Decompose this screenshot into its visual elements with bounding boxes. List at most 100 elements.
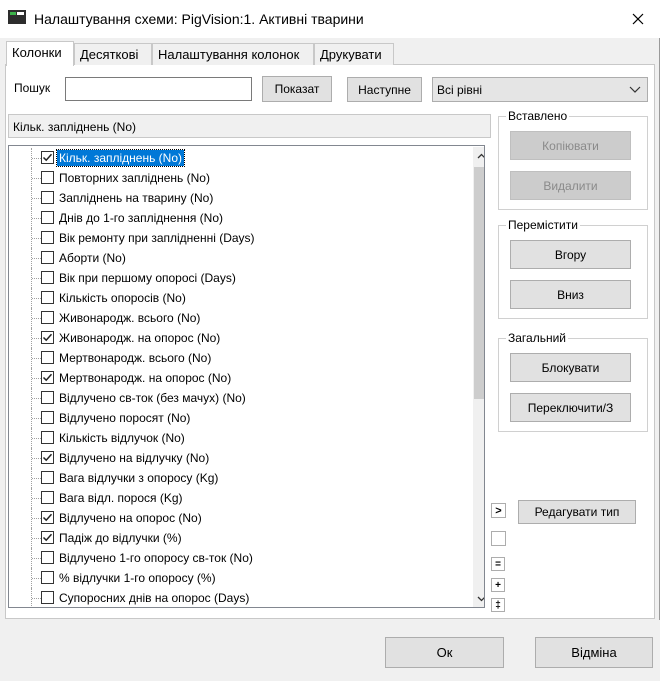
tree-row[interactable]: Кількість відлучок (No): [9, 428, 464, 448]
settings-dialog: Налаштування схеми: PigVision:1. Активні…: [0, 0, 660, 681]
tree-row[interactable]: Відлучено 1-го опоросу св-ток (No): [9, 548, 464, 568]
column-label: Живонародж. всього (No): [59, 311, 201, 325]
tree-row[interactable]: Запліднень на тварину (No): [9, 188, 464, 208]
checkbox[interactable]: [41, 291, 54, 304]
plus-icon: +: [495, 579, 501, 591]
app-icon: [8, 10, 26, 24]
checkbox[interactable]: [41, 191, 54, 204]
tree-row[interactable]: Відлучено св-ток (без мачух) (No): [9, 388, 464, 408]
tab-columns[interactable]: Колонки: [6, 41, 74, 66]
collapse-icon: =: [495, 558, 501, 570]
switch-button[interactable]: Переключити/З: [510, 393, 631, 422]
tree-row[interactable]: Вік при першому опоросі (Days): [9, 268, 464, 288]
tree-row[interactable]: Вага відлучки з опоросу (Kg): [9, 468, 464, 488]
checkbox[interactable]: [41, 171, 54, 184]
checkbox[interactable]: [41, 231, 54, 244]
tree-connector: [32, 278, 41, 279]
tree-connector: [32, 238, 41, 239]
tree-row[interactable]: Аборти (No): [9, 248, 464, 268]
title-bar[interactable]: Налаштування схеми: PigVision:1. Активні…: [0, 0, 660, 38]
tree-row[interactable]: Живонародж. на опорос (No): [9, 328, 464, 348]
checkbox[interactable]: [41, 251, 54, 264]
checkmark-icon: [42, 153, 53, 162]
checkbox[interactable]: [41, 351, 54, 364]
tree-connector: [32, 318, 41, 319]
checkbox[interactable]: [41, 411, 54, 424]
checkbox[interactable]: [41, 311, 54, 324]
tree-row[interactable]: % відлучки 1-го опоросу (%): [9, 568, 464, 588]
show-button[interactable]: Показат: [262, 76, 332, 102]
checkbox[interactable]: [41, 391, 54, 404]
checkbox[interactable]: [41, 211, 54, 224]
tree-row[interactable]: Вага відл. порося (Kg): [9, 488, 464, 508]
tree-connector: [32, 418, 41, 419]
tab-print[interactable]: Друкувати: [314, 43, 394, 65]
move-group-title: Перемістити: [506, 218, 580, 232]
checkbox[interactable]: [41, 491, 54, 504]
tab-decimals[interactable]: Десяткові: [74, 43, 152, 65]
checkbox[interactable]: [41, 431, 54, 444]
sort-button[interactable]: ‡: [491, 598, 505, 612]
close-icon[interactable]: [620, 4, 656, 34]
tree-connector: [32, 438, 41, 439]
tree-row[interactable]: Супоросних днів на опорос (Days): [9, 588, 464, 607]
tree-row[interactable]: Повторних запліднень (No): [9, 168, 464, 188]
tree-row[interactable]: Відлучено на відлучку (No): [9, 448, 464, 468]
checkbox[interactable]: [41, 271, 54, 284]
checkbox[interactable]: [41, 471, 54, 484]
checkmark-icon: [42, 513, 53, 522]
move-up-button[interactable]: Вгору: [510, 240, 631, 269]
tree-connector: [32, 478, 41, 479]
ok-button[interactable]: Ок: [385, 637, 504, 668]
tree-row[interactable]: Вік ремонту при заплідненні (Days): [9, 228, 464, 248]
toggle-check-button[interactable]: [491, 531, 506, 546]
checkbox[interactable]: [41, 451, 54, 464]
scroll-down-icon[interactable]: [473, 590, 484, 607]
search-input[interactable]: [65, 77, 252, 101]
edit-type-button[interactable]: Редагувати тип: [518, 500, 636, 524]
column-label: Мертвонародж. на опорос (No): [59, 371, 232, 385]
column-label: Вік ремонту при заплідненні (Days): [59, 231, 255, 245]
tree-row[interactable]: Мертвонародж. на опорос (No): [9, 368, 464, 388]
move-down-button[interactable]: Вниз: [510, 280, 631, 309]
checkbox[interactable]: [41, 331, 54, 344]
expand-button[interactable]: >: [491, 503, 506, 518]
lock-button[interactable]: Блокувати: [510, 353, 631, 382]
tree-row[interactable]: Кількість опоросів (No): [9, 288, 464, 308]
tree-scrollbar[interactable]: [473, 147, 484, 607]
column-label: Аборти (No): [59, 251, 126, 265]
add-button[interactable]: +: [491, 578, 505, 592]
tab-label: Десяткові: [80, 47, 139, 62]
checkbox[interactable]: [41, 371, 54, 384]
checkbox[interactable]: [41, 531, 54, 544]
inserted-group-title: Вставлено: [506, 109, 570, 123]
next-button[interactable]: Наступне: [347, 77, 422, 102]
cancel-button[interactable]: Відміна: [535, 637, 653, 668]
checkbox[interactable]: [41, 591, 54, 604]
collapse-button[interactable]: =: [491, 557, 505, 571]
delete-button[interactable]: Видалити: [510, 171, 631, 200]
checkbox[interactable]: [41, 511, 54, 524]
tree-row[interactable]: Кільк. запліднень (No): [9, 148, 464, 168]
checkmark-icon: [42, 453, 53, 462]
scroll-thumb[interactable]: [474, 167, 484, 399]
level-select[interactable]: Всі рівні: [432, 77, 648, 102]
tree-row[interactable]: Падіж до відлучки (%): [9, 528, 464, 548]
checkbox[interactable]: [41, 571, 54, 584]
column-label: Кільк. запліднень (No): [55, 149, 186, 167]
tree-connector: [32, 598, 41, 599]
scroll-up-icon[interactable]: [473, 147, 484, 164]
tree-row[interactable]: Відлучено поросят (No): [9, 408, 464, 428]
tab-column-settings[interactable]: Налаштування колонок: [152, 43, 314, 65]
column-label: Мертвонародж. всього (No): [59, 351, 212, 365]
tree-row[interactable]: Мертвонародж. всього (No): [9, 348, 464, 368]
columns-tree[interactable]: Кільк. запліднень (No) Повторних заплідне…: [8, 145, 485, 608]
tree-connector: [32, 538, 41, 539]
column-label: % відлучки 1-го опоросу (%): [59, 571, 216, 585]
tree-row[interactable]: Відлучено на опорос (No): [9, 508, 464, 528]
copy-button[interactable]: Копіювати: [510, 131, 631, 160]
tree-row[interactable]: Днів до 1-го запліднення (No): [9, 208, 464, 228]
checkbox[interactable]: [41, 551, 54, 564]
tree-row[interactable]: Живонародж. всього (No): [9, 308, 464, 328]
checkbox[interactable]: [41, 151, 54, 164]
